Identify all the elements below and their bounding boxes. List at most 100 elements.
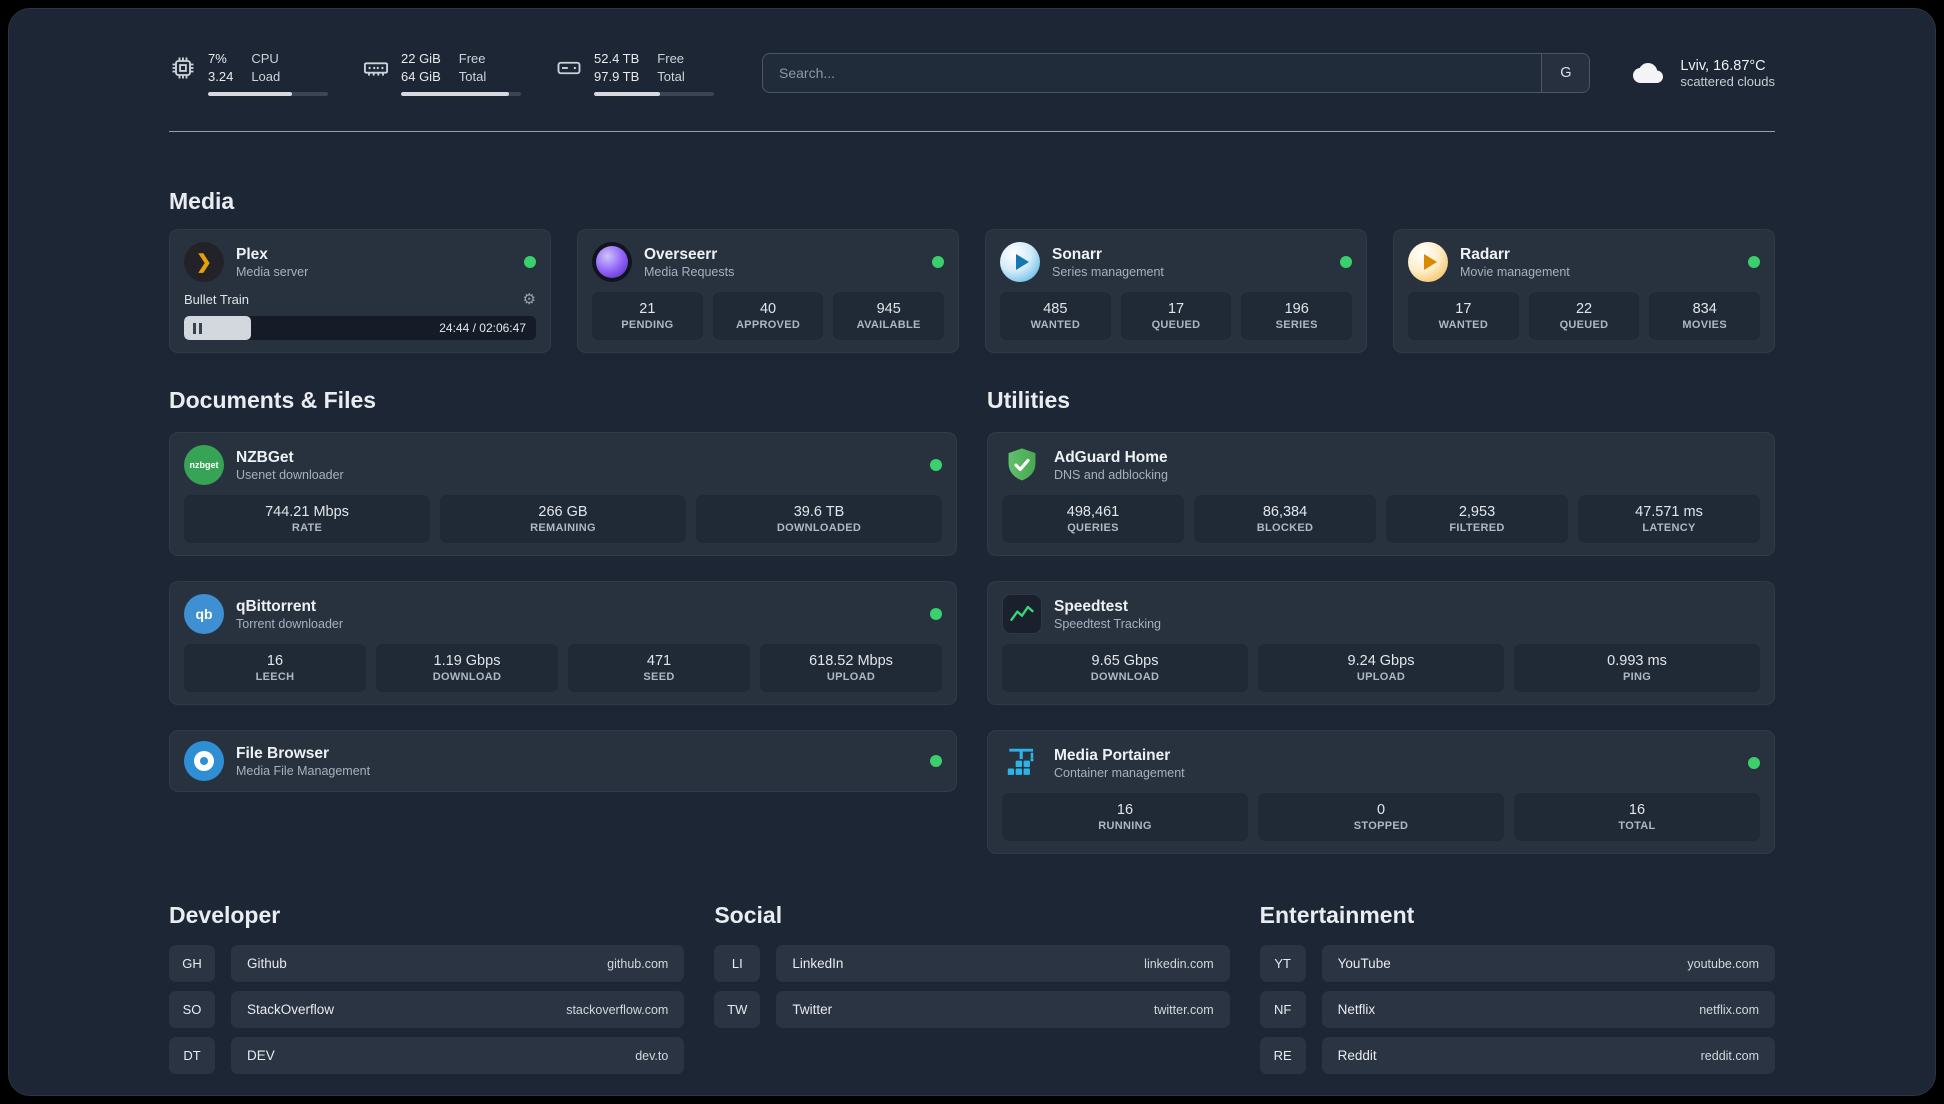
- stat-label: PENDING: [621, 319, 674, 331]
- bookmark-name: Netflix: [1337, 1002, 1376, 1017]
- stat-value: 1.19 Gbps: [433, 653, 501, 669]
- bookmark-row: TW Twitter twitter.com: [714, 991, 1230, 1028]
- stat-box: 498,461 QUERIES: [1002, 495, 1184, 543]
- stat-label: LATENCY: [1642, 522, 1696, 534]
- middle-columns: Documents & Files nzbget NZBGet Usenet d…: [169, 387, 1775, 854]
- bookmark-link-github[interactable]: Github github.com: [231, 945, 685, 982]
- plex-icon: ❯: [184, 242, 224, 282]
- stat-box: 22 QUEUED: [1528, 292, 1640, 340]
- stat-value: 498,461: [1066, 504, 1120, 520]
- app-card-radarr[interactable]: Radarr Movie management 17 WANTED 22 QUEUE…: [1393, 229, 1775, 353]
- bookmark-link-netflix[interactable]: Netflix netflix.com: [1321, 991, 1775, 1028]
- status-dot: [1748, 757, 1760, 769]
- filebrowser-icon: [184, 741, 224, 781]
- qbittorrent-icon: qb: [184, 594, 224, 634]
- top-bar: 7% 3.24 CPU Load 22 GiB 64 GiB Free Total: [169, 45, 1775, 101]
- disk-usage-bar: [594, 91, 714, 96]
- stat-label: TOTAL: [1618, 820, 1656, 832]
- bookmark-abbr: GH: [169, 945, 215, 982]
- disk-free-value: 52.4 TB: [594, 51, 640, 67]
- stat-box: 834 MOVIES: [1649, 292, 1761, 340]
- weather-location: Lviv, 16.87°C: [1680, 57, 1766, 74]
- app-subtitle: Media Requests: [644, 265, 735, 280]
- stat-label: STOPPED: [1353, 820, 1409, 832]
- ram-usage-bar: [401, 91, 521, 96]
- section-title-documents: Documents & Files: [169, 387, 377, 413]
- radarr-icon: [1408, 242, 1448, 282]
- app-title: File Browser: [236, 744, 330, 762]
- disk-icon: [555, 54, 583, 82]
- app-title: Plex: [236, 245, 268, 263]
- stat-box: 945 AVAILABLE: [833, 292, 945, 340]
- app-card-sonarr[interactable]: Sonarr Series management 485 WANTED 17 QUE…: [985, 229, 1367, 353]
- search-engine-button[interactable]: G: [1541, 54, 1590, 92]
- bookmark-abbr: YT: [1259, 945, 1306, 982]
- bookmark-link-linkedin[interactable]: LinkedIn linkedin.com: [776, 945, 1230, 982]
- bookmarks-row: Developer GH Github github.com SO StackOv…: [169, 902, 1775, 1083]
- bookmark-link-youtube[interactable]: YouTube youtube.com: [1321, 945, 1775, 982]
- stat-box: 0 STOPPED: [1258, 793, 1504, 841]
- cloud-icon: [1633, 63, 1664, 83]
- app-card-filebrowser[interactable]: File Browser Media File Management: [169, 730, 957, 792]
- bookmark-url: youtube.com: [1687, 956, 1759, 971]
- bookmark-link-reddit[interactable]: Reddit reddit.com: [1321, 1037, 1775, 1074]
- stat-value: 2,953: [1458, 504, 1496, 520]
- app-subtitle: Media server: [236, 265, 309, 280]
- stat-value: 16: [1116, 802, 1134, 818]
- media-grid: ❯ Plex Media server Bullet Train ⚙ 24:44…: [169, 229, 1775, 353]
- app-card-adguard[interactable]: AdGuard Home DNS and adblocking 498,461 Q…: [987, 432, 1775, 556]
- app-subtitle: Torrent downloader: [236, 617, 344, 632]
- stat-label: DOWNLOAD: [432, 671, 502, 683]
- documents-column: Documents & Files nzbget NZBGet Usenet d…: [169, 387, 957, 792]
- status-dot: [524, 256, 536, 268]
- app-card-speedtest[interactable]: Speedtest Speedtest Tracking 9.65 Gbps DO…: [987, 581, 1775, 705]
- section-title-media: Media: [169, 188, 235, 214]
- stat-value: 39.6 TB: [793, 504, 845, 520]
- playback-progress-bar[interactable]: 24:44 / 02:06:47: [184, 316, 536, 340]
- status-dot: [932, 256, 944, 268]
- ram-total-value: 64 GiB: [401, 69, 441, 84]
- app-subtitle: Container management: [1054, 766, 1185, 781]
- bookmarks-entertainment: Entertainment YT YouTube youtube.com NF N…: [1259, 902, 1775, 1083]
- speedtest-graph-icon: [1002, 594, 1042, 634]
- bookmark-link-stackoverflow[interactable]: StackOverflow stackoverflow.com: [231, 991, 685, 1028]
- stat-box: 196 SERIES: [1241, 292, 1353, 340]
- stat-box: 485 WANTED: [1000, 292, 1111, 340]
- app-card-portainer[interactable]: Media Portainer Container management 16 R…: [987, 730, 1775, 854]
- utilities-column: Utilities AdGuard Home DNS and adblockin…: [987, 387, 1775, 854]
- search-input[interactable]: [763, 54, 1542, 92]
- bookmark-url: linkedin.com: [1144, 956, 1214, 971]
- stat-label: WANTED: [1030, 319, 1081, 331]
- status-dot: [930, 608, 942, 620]
- app-card-qbittorrent[interactable]: qb qBittorrent Torrent downloader 16 LEEC…: [169, 581, 957, 705]
- app-card-overseerr[interactable]: Overseerr Media Requests 21 PENDING 40 APP…: [577, 229, 959, 353]
- bookmark-row: GH Github github.com: [169, 945, 685, 982]
- app-card-nzbget[interactable]: nzbget NZBGet Usenet downloader 744.21 M…: [169, 432, 957, 556]
- stat-box: 39.6 TB DOWNLOADED: [696, 495, 942, 543]
- stat-box: 16 RUNNING: [1002, 793, 1248, 841]
- app-subtitle: DNS and adblocking: [1054, 468, 1168, 483]
- stat-label: MOVIES: [1682, 319, 1727, 331]
- topbar-divider: [169, 131, 1775, 132]
- portainer-crane-icon: [1002, 743, 1042, 783]
- bookmark-row: RE Reddit reddit.com: [1259, 1037, 1775, 1074]
- bookmarks-social: Social LI LinkedIn linkedin.com TW Twitte…: [714, 902, 1230, 1083]
- pause-icon[interactable]: [193, 322, 202, 334]
- app-title: qBittorrent: [236, 597, 317, 615]
- status-dot: [1340, 256, 1352, 268]
- disk-total-label: Total: [657, 69, 685, 84]
- bookmark-name: LinkedIn: [792, 956, 844, 971]
- gear-icon[interactable]: ⚙: [523, 290, 536, 308]
- stat-value: 834: [1692, 301, 1717, 317]
- stat-value: 17: [1167, 301, 1185, 317]
- bookmark-name: Github: [247, 956, 287, 971]
- bookmarks-developer: Developer GH Github github.com SO StackOv…: [169, 902, 685, 1083]
- stat-box: 1.19 Gbps DOWNLOAD: [376, 644, 558, 692]
- bookmark-name: StackOverflow: [247, 1002, 335, 1017]
- bookmark-link-twitter[interactable]: Twitter twitter.com: [776, 991, 1230, 1028]
- app-card-plex[interactable]: ❯ Plex Media server Bullet Train ⚙ 24:44…: [169, 229, 551, 353]
- app-title: Media Portainer: [1054, 746, 1171, 764]
- bookmark-row: SO StackOverflow stackoverflow.com: [169, 991, 685, 1028]
- adguard-shield-icon: [1002, 445, 1042, 485]
- bookmark-link-dev[interactable]: DEV dev.to: [231, 1037, 685, 1074]
